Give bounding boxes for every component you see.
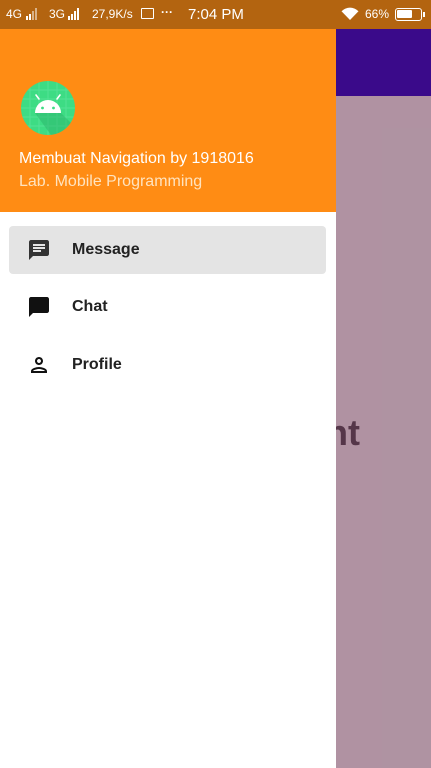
status-bar: 4G 3G 27,9K/s ··· 7:04 PM 66% [0, 0, 431, 29]
wifi-icon [341, 7, 359, 21]
clock: 7:04 PM [188, 6, 244, 23]
nav-item-label: Chat [72, 298, 108, 315]
nav-item-profile[interactable]: Profile [9, 341, 326, 389]
battery-icon [395, 8, 425, 21]
drawer-header: Membuat Navigation by 1918016 Lab. Mobil… [0, 29, 336, 212]
message-icon [29, 240, 49, 260]
nav-item-label: Profile [72, 356, 122, 373]
drawer-header-title: Membuat Navigation by 1918016 [19, 150, 254, 167]
navigation-drawer: Membuat Navigation by 1918016 Lab. Mobil… [0, 29, 336, 768]
more-icon: ··· [161, 5, 173, 19]
network-type-1: 4G [6, 7, 23, 21]
chat-icon [29, 297, 49, 317]
android-logo-icon [21, 81, 75, 135]
signal-icon-2 [68, 8, 79, 20]
drawer-header-subtitle: Lab. Mobile Programming [19, 173, 203, 190]
network-speed: 27,9K/s [92, 7, 133, 21]
nav-item-label: Message [72, 241, 140, 258]
network-type-2: 3G [49, 7, 66, 21]
profile-icon [31, 357, 47, 373]
download-icon [141, 8, 154, 19]
battery-percent: 66% [365, 7, 390, 21]
nav-item-chat[interactable]: Chat [9, 283, 326, 331]
signal-icon-1 [26, 8, 37, 20]
nav-item-message[interactable]: Message [9, 226, 326, 274]
